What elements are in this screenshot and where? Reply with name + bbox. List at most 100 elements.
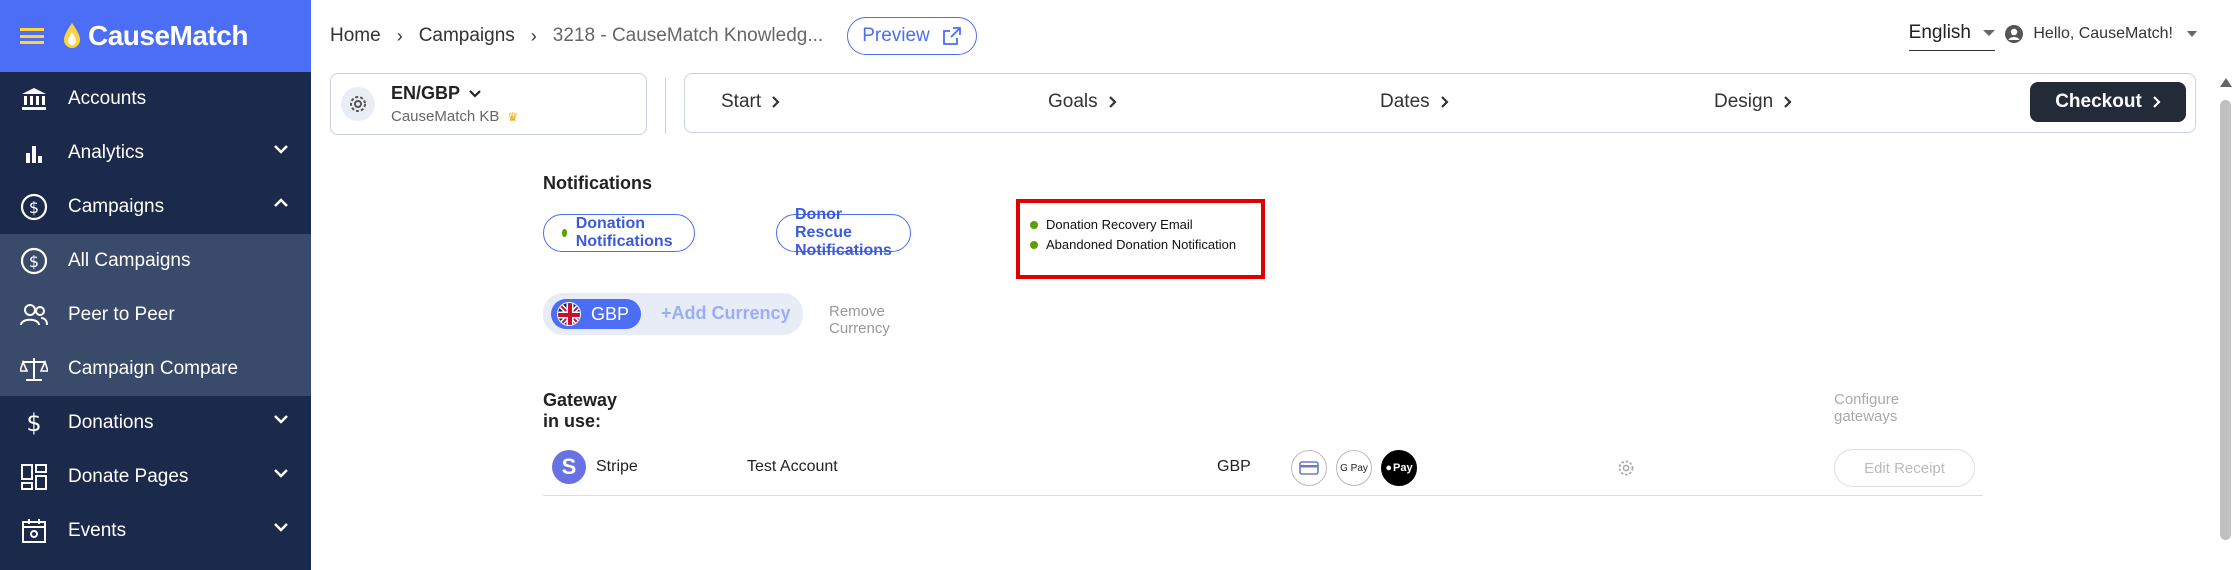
breadcrumb-home[interactable]: Home (330, 25, 381, 47)
chevron-right-icon: › (530, 25, 537, 46)
status-dot (562, 229, 567, 237)
gateway-settings-icon[interactable] (1616, 458, 1636, 478)
sidebar-item-label: Analytics (68, 142, 145, 163)
wizard-steps: Start Goals Dates Design Checkout (684, 73, 2196, 133)
locale-selector[interactable]: EN/GBP CauseMatch KB ♛ (330, 73, 647, 135)
sidebar-item-label: Donate Pages (68, 466, 189, 487)
locale-code-label: EN/GBP (391, 83, 461, 103)
chevron-down-icon[interactable] (273, 144, 289, 154)
sidebar-item-donations[interactable]: $ Donations (0, 396, 311, 450)
remove-currency-button[interactable]: Remove Currency (829, 303, 890, 337)
step-label: Goals (1048, 91, 1098, 112)
gear-icon[interactable] (341, 87, 375, 121)
sidebar-nav: Accounts Analytics $ Campaigns $ All Cam… (0, 72, 311, 558)
caret-down-icon (2187, 31, 2197, 37)
currency-code: GBP (591, 303, 630, 324)
breadcrumb-campaigns[interactable]: Campaigns (419, 25, 515, 47)
donor-rescue-notifications-button[interactable]: Donor Rescue Notifications (776, 206, 911, 259)
brand-name: CauseMatch (88, 20, 248, 51)
step-dates[interactable]: Dates (1380, 91, 1449, 113)
page-scrollbar[interactable] (2216, 72, 2235, 570)
checkout-label: Checkout (2055, 91, 2142, 112)
divider (665, 78, 666, 134)
sidebar-item-analytics[interactable]: Analytics (0, 126, 311, 180)
add-currency-button[interactable]: +Add Currency (661, 303, 791, 324)
dollar-circle-icon: $ (18, 191, 50, 223)
users-icon (18, 299, 50, 331)
notification-item-label: Donation Recovery Email (1046, 217, 1193, 232)
chevron-down-icon[interactable] (273, 414, 289, 424)
uk-flag-icon (557, 302, 581, 326)
currency-tab-gbp[interactable]: GBP (551, 299, 641, 329)
svg-text:$: $ (26, 409, 41, 437)
chevron-right-icon (1108, 96, 1117, 108)
user-greeting: Hello, CauseMatch! (2033, 25, 2173, 42)
sidebar-item-label: Events (68, 520, 127, 541)
external-link-icon (942, 27, 961, 45)
preview-button[interactable]: Preview (847, 17, 977, 55)
checkout-step-button[interactable]: Checkout (2030, 82, 2186, 122)
sidebar-item-campaigns[interactable]: $ Campaigns (0, 180, 311, 234)
pill-label: Donor Rescue Notifications (795, 206, 892, 259)
sidebar-item-label: Accounts (68, 88, 147, 109)
apple-pay-label: Pay (1393, 462, 1413, 474)
scroll-up-arrow-icon[interactable] (2220, 78, 2232, 87)
configure-gateways-link[interactable]: Configure gateways (1834, 391, 1899, 425)
sidebar-item-label: Donations (68, 412, 154, 433)
status-dot (1030, 240, 1038, 249)
language-select[interactable]: English (1908, 22, 1995, 51)
status-dot (1030, 220, 1038, 229)
notification-item-label: Abandoned Donation Notification (1046, 237, 1237, 252)
chevron-right-icon (2153, 96, 2161, 108)
dollar-circle-icon: $ (18, 245, 50, 277)
notification-item-recovery-email[interactable]: Donation Recovery Email (1030, 217, 1193, 232)
chevron-up-icon[interactable] (273, 198, 289, 208)
chevron-right-icon: › (396, 25, 403, 46)
scale-icon (18, 353, 50, 385)
chevron-right-icon (772, 96, 780, 108)
bar-chart-icon (18, 137, 50, 169)
bank-icon (18, 83, 50, 115)
chevron-right-icon (1440, 96, 1449, 108)
caret-down-icon (1983, 30, 1995, 36)
chevron-down-icon[interactable] (273, 468, 289, 478)
sidebar-item-accounts[interactable]: Accounts (0, 72, 311, 126)
sidebar-item-events[interactable]: Events (0, 504, 311, 558)
scrollbar-thumb[interactable] (2220, 100, 2231, 540)
locale-text: EN/GBP CauseMatch KB ♛ (391, 83, 518, 125)
sidebar-item-campaign-compare[interactable]: Campaign Compare (0, 342, 311, 396)
gateway-name: Stripe (596, 458, 638, 475)
step-start[interactable]: Start (721, 91, 780, 113)
donation-notifications-button[interactable]: Donation Notifications (543, 214, 695, 252)
brand-bar: CauseMatch (0, 0, 311, 72)
notification-item-abandoned-donation[interactable]: Abandoned Donation Notification (1030, 237, 1236, 252)
sidebar-item-peer-to-peer[interactable]: Peer to Peer (0, 288, 311, 342)
step-design[interactable]: Design (1714, 91, 1792, 113)
step-label: Design (1714, 91, 1774, 112)
svg-text:$: $ (29, 252, 39, 271)
chevron-down-icon[interactable] (273, 522, 289, 532)
hamburger-menu-icon[interactable] (20, 28, 44, 44)
locale-campaign: CauseMatch KB ♛ (391, 108, 518, 125)
highlighted-notification-list: Donation Recovery Email Abandoned Donati… (1016, 199, 1265, 279)
step-label: Start (721, 91, 762, 112)
user-circle-icon (2005, 25, 2024, 43)
sidebar-item-all-campaigns[interactable]: $ All Campaigns (0, 234, 311, 288)
sidebar-item-label: Campaign Compare (68, 358, 239, 379)
gateway-currency: GBP (1217, 458, 1251, 475)
pill-label: Donation Notifications (575, 215, 673, 250)
sidebar-item-donate-pages[interactable]: Donate Pages (0, 450, 311, 504)
flame-drop-icon (64, 23, 80, 48)
gateway-row: S Stripe Test Account GBP G Pay ● Pay Edi… (543, 446, 1983, 496)
step-goals[interactable]: Goals (1048, 91, 1117, 113)
svg-text:$: $ (29, 198, 39, 217)
credit-card-icon (1291, 450, 1327, 486)
edit-receipt-button[interactable]: Edit Receipt (1834, 449, 1975, 487)
user-menu[interactable]: Hello, CauseMatch! (2004, 24, 2197, 44)
locale-campaign-label: CauseMatch KB (391, 108, 500, 125)
sidebar-item-label: All Campaigns (68, 250, 191, 271)
calendar-icon (18, 515, 50, 547)
sidebar-item-label: Peer to Peer (68, 304, 175, 325)
chevron-right-icon (1784, 96, 1792, 108)
step-label: Dates (1380, 91, 1430, 112)
